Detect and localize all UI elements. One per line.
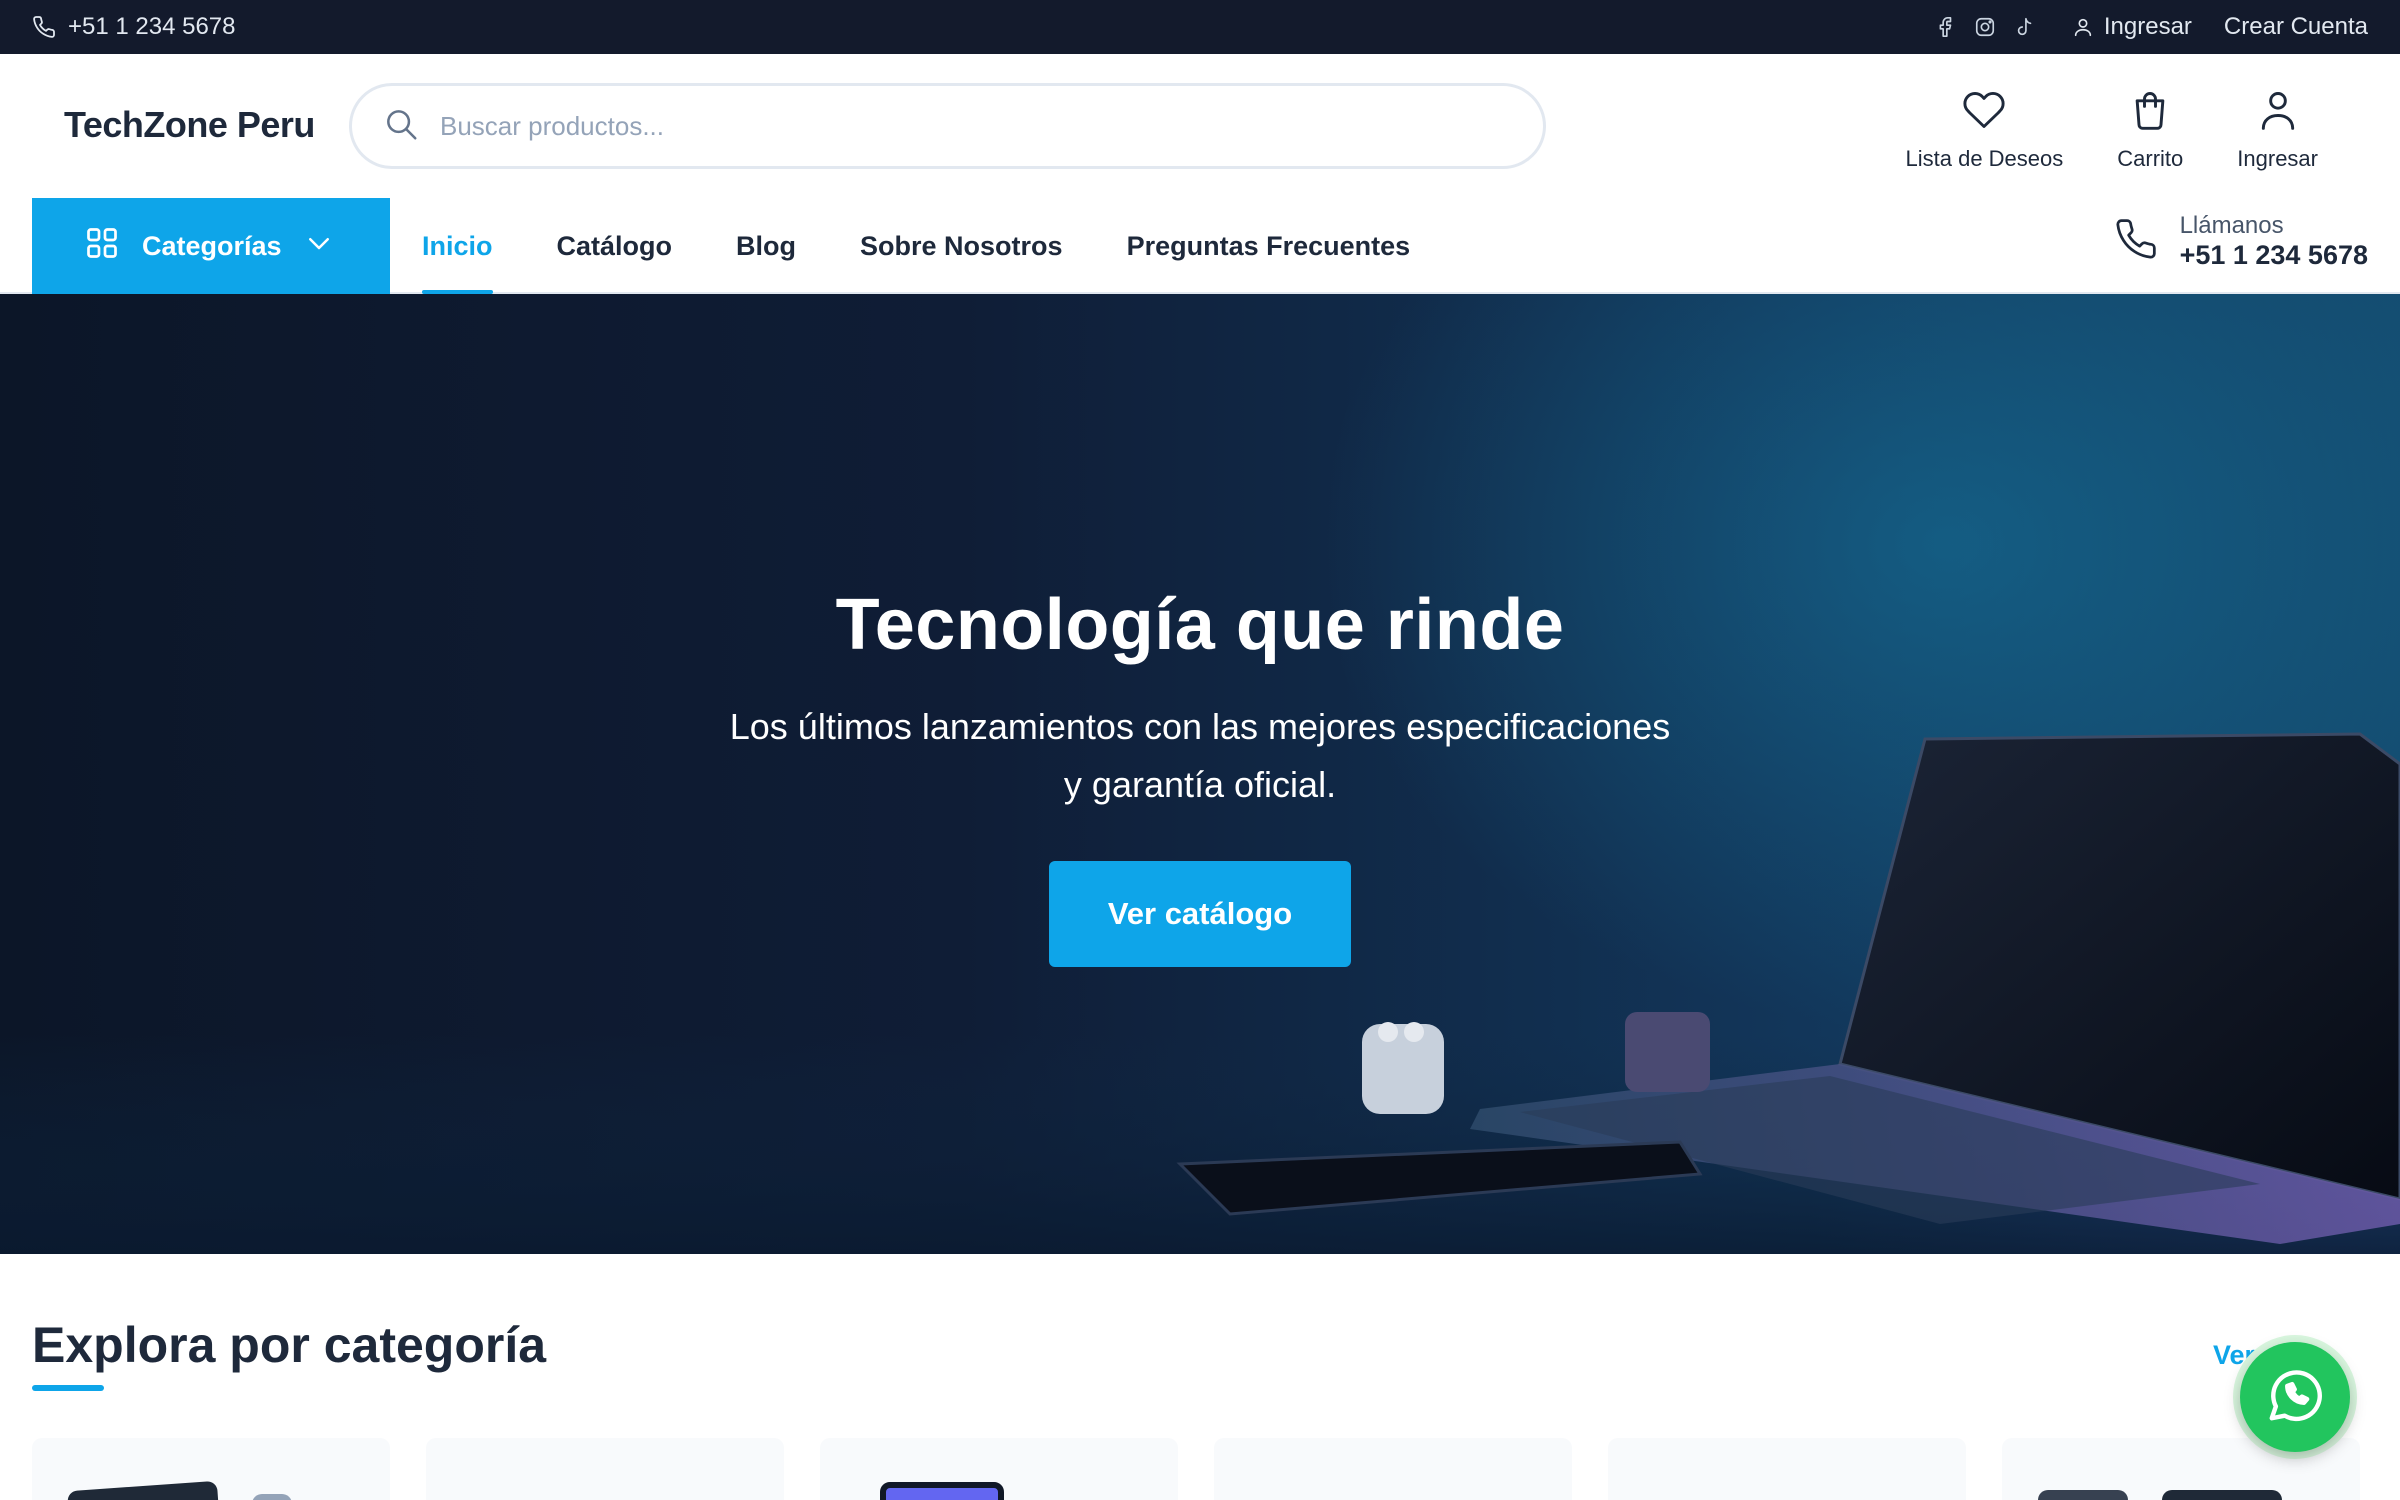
whatsapp-button-inner (2240, 1342, 2350, 1452)
category-thumbnail (2038, 1490, 2128, 1500)
wishlist-label: Lista de Deseos (1905, 146, 2064, 171)
call-label: Llámanos (2179, 212, 2284, 239)
category-cards (32, 1438, 2368, 1500)
chevron-down-icon (304, 228, 334, 265)
nav-link-blog[interactable]: Blog (736, 198, 796, 294)
hero-title: Tecnología que rinde (835, 585, 1565, 665)
shopping-bag-icon (2128, 88, 2172, 138)
call-us[interactable]: Llámanos +51 1 234 5678 (2114, 212, 2368, 271)
hero-subtitle: Los últimos lanzamientos con las mejores… (650, 698, 1750, 814)
hero-subtitle-line2: y garantía oficial. (1063, 764, 1337, 805)
category-thumbnail (252, 1494, 292, 1500)
nav-link-inicio[interactable]: Inicio (422, 198, 493, 294)
instagram-icon[interactable] (1974, 16, 1996, 38)
phone-icon (32, 15, 56, 39)
category-card[interactable] (1608, 1438, 1966, 1500)
view-catalog-button[interactable]: Ver catálogo (1049, 861, 1351, 967)
section-title-underline (32, 1385, 104, 1391)
nav-link-faq[interactable]: Preguntas Frecuentes (1127, 198, 1411, 294)
tiktok-icon[interactable] (2014, 16, 2036, 38)
call-number: +51 1 234 5678 (2179, 240, 2368, 270)
site-header: TechZone Peru Lista de Deseos Carrito In… (0, 54, 2400, 198)
hero-subtitle-line1: Los últimos lanzamientos con las mejores… (729, 706, 1671, 747)
user-icon (2072, 16, 2094, 38)
category-thumbnail (880, 1482, 1004, 1500)
categories-button[interactable]: Categorías (32, 198, 390, 294)
categories-label: Categorías (142, 230, 282, 261)
topbar-login-label: Ingresar (2103, 13, 2192, 40)
account-button[interactable]: Ingresar (2237, 88, 2318, 172)
search-input[interactable] (440, 110, 1440, 142)
category-thumbnail (67, 1480, 219, 1500)
category-card[interactable] (426, 1438, 784, 1500)
facebook-icon[interactable] (1934, 16, 1956, 38)
cart-button[interactable]: Carrito (2117, 88, 2183, 172)
user-icon (2256, 88, 2300, 138)
category-card[interactable] (820, 1438, 1178, 1500)
topbar-phone-number: +51 1 234 5678 (68, 13, 236, 40)
search-icon[interactable] (382, 105, 420, 148)
main-navbar: Categorías Inicio Catálogo Blog Sobre No… (0, 198, 2400, 294)
site-logo[interactable]: TechZone Peru (64, 104, 315, 146)
heart-icon (1962, 88, 2006, 138)
wishlist-button[interactable]: Lista de Deseos (1905, 88, 2064, 172)
topbar-phone[interactable]: +51 1 234 5678 (32, 0, 236, 54)
top-bar: +51 1 234 5678 Ingresar Crear Cuenta (0, 0, 2400, 54)
phone-icon (2114, 217, 2158, 266)
nav-link-sobre-nosotros[interactable]: Sobre Nosotros (860, 198, 1063, 294)
cart-label: Carrito (2117, 146, 2184, 171)
grid-icon (84, 225, 120, 268)
category-thumbnail (2162, 1490, 2282, 1500)
whatsapp-button[interactable] (2233, 1335, 2357, 1459)
nav-link-catalogo[interactable]: Catálogo (557, 198, 673, 294)
nav-links: Inicio Catálogo Blog Sobre Nosotros Preg… (422, 198, 1410, 294)
category-card[interactable] (1214, 1438, 1572, 1500)
topbar-login-link[interactable]: Ingresar (2072, 13, 2192, 41)
hero-banner: Tecnología que rinde Los últimos lanzami… (0, 294, 2400, 1254)
search-bar (349, 83, 1546, 169)
topbar-register-link[interactable]: Crear Cuenta (2224, 13, 2368, 41)
section-title: Explora por categoría (32, 1317, 547, 1373)
category-card[interactable] (32, 1438, 390, 1500)
whatsapp-icon (2264, 1364, 2326, 1431)
account-label: Ingresar (2237, 146, 2318, 171)
